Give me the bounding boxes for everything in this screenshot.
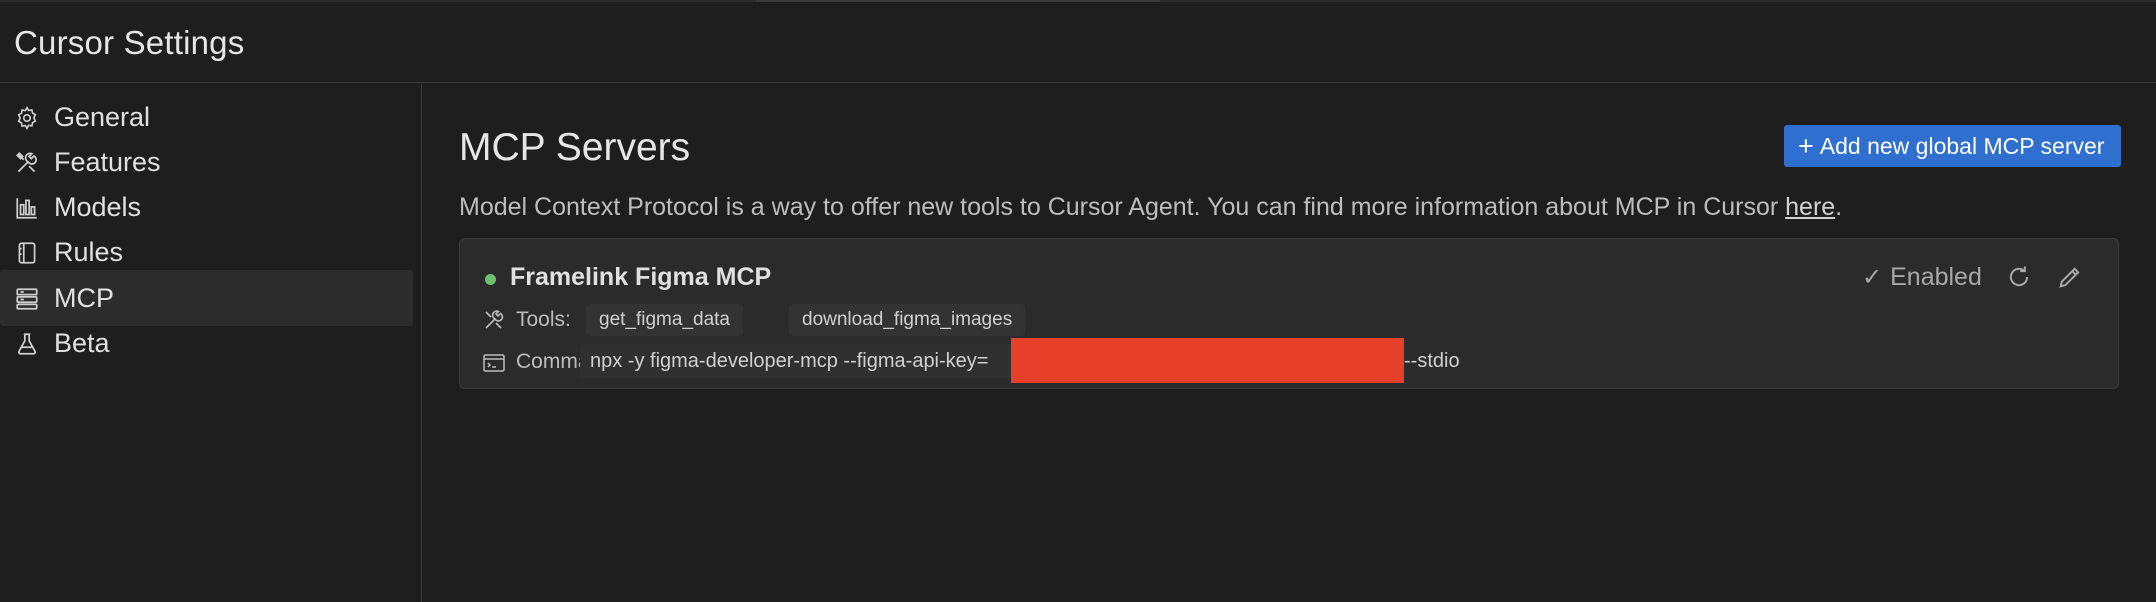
mcp-server-card: Framelink Figma MCP ✓ Enabled Tools: get… [459,238,2119,389]
command-text: npx -y figma-developer-mcp --figma-api-k… [590,350,989,372]
bar-chart-icon [14,195,40,221]
add-button-label: Add new global MCP server [1819,132,2105,159]
sidebar-item-label: Beta [54,328,110,358]
redacted-api-key [1011,338,1404,383]
tool-chip: download_figma_images [789,304,1026,336]
tools-icon [14,150,40,176]
book-icon [14,240,40,266]
tool-chip: get_figma_data [586,304,743,336]
sidebar-item-label: General [54,102,151,132]
terminal-icon [482,351,506,375]
window-title: Cursor Settings [14,24,245,61]
description-text: Model Context Protocol is a way to offer… [459,193,1786,221]
server-name: Framelink Figma MCP [510,263,772,291]
tools-icon [482,308,506,332]
sidebar-item-label: Rules [54,237,124,267]
add-global-mcp-server-button[interactable]: + Add new global MCP server [1784,125,2121,167]
status-indicator [485,274,496,285]
sidebar-item-label: MCP [54,283,114,313]
enabled-toggle[interactable]: ✓ Enabled [1862,263,1982,292]
edit-icon[interactable] [2056,263,2084,291]
tools-label: Tools: [516,308,571,331]
mcp-description: Model Context Protocol is a way to offer… [459,193,1842,222]
flask-icon [14,331,40,357]
sidebar-item-beta[interactable]: Beta [0,315,413,371]
mcp-settings-panel: MCP Servers + Add new global MCP server … [423,84,2156,602]
settings-header: Cursor Settings [0,0,2156,83]
more-info-link[interactable]: here [1785,193,1835,221]
description-suffix: . [1835,193,1843,221]
plus-icon: + [1798,130,1814,161]
gear-icon [14,105,40,131]
enabled-label: Enabled [1890,263,1982,291]
command-suffix: --stdio [1404,350,1460,372]
settings-sidebar: General Features Models Rules MCP Beta [0,84,422,602]
sidebar-item-label: Features [54,147,161,177]
refresh-icon[interactable] [2005,263,2033,291]
server-icon [14,286,40,312]
page-title: MCP Servers [459,126,691,169]
check-icon: ✓ [1862,264,1883,291]
sidebar-item-label: Models [54,192,142,222]
